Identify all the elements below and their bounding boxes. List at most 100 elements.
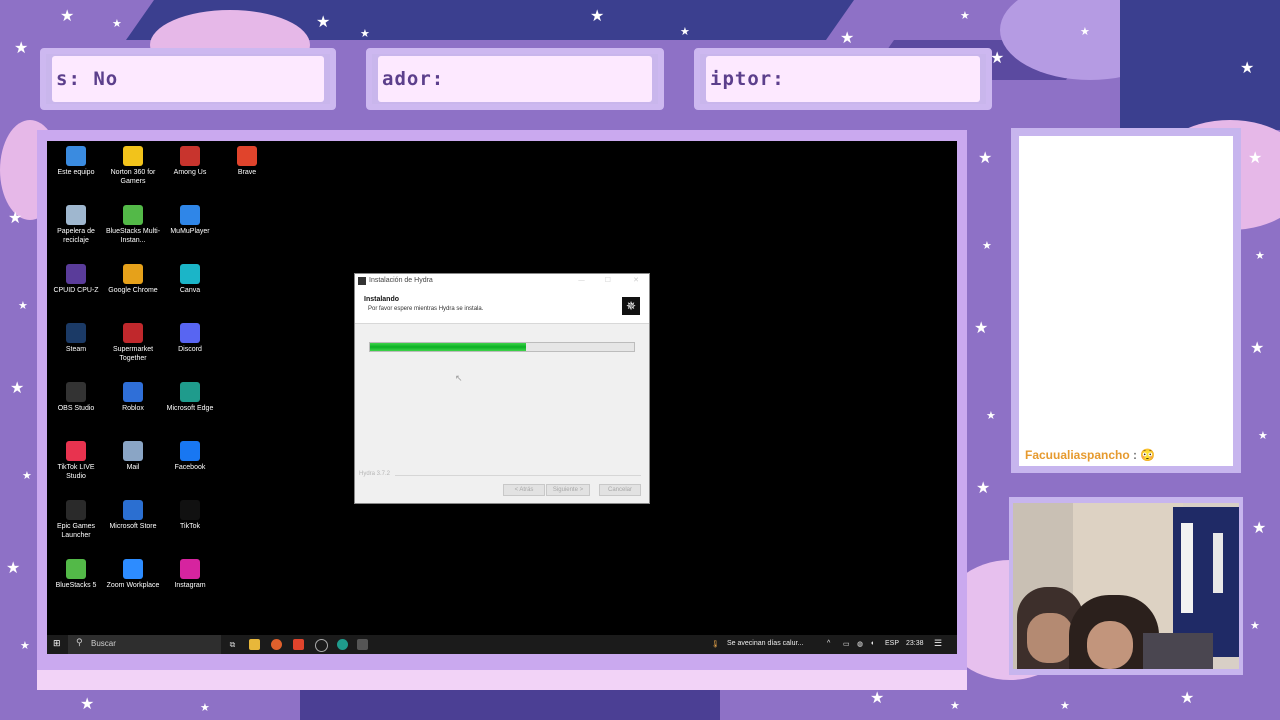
desktop-icon[interactable]: Supermarket Together [104,320,162,363]
mumu-icon [180,205,200,225]
star-decoration: ★ [986,409,996,422]
desktop-icon[interactable]: Brave [218,143,276,177]
chat-panel: Facuualiaspancho : 😳 [1011,128,1241,473]
desktop-icon-label: Discord [178,346,202,353]
star-decoration: ★ [8,208,23,227]
tray-volume-icon[interactable]: ◖ [870,640,874,647]
desktop-icon-label: Canva [179,287,201,294]
instagram-icon [180,559,200,579]
hydra-taskbar-icon[interactable] [357,639,368,650]
maximize-icon[interactable]: ☐ [605,276,611,284]
task-view-icon[interactable]: ⧉ [227,639,238,650]
brave-icon [237,146,257,166]
close-icon[interactable]: ✕ [633,276,639,284]
desktop-icon[interactable]: Facebook [161,438,219,472]
star-decoration: ★ [112,17,122,30]
store-icon [123,500,143,520]
language-indicator[interactable]: ESP [885,640,899,647]
desktop-icon[interactable]: Este equipo [47,143,105,177]
back-button[interactable]: < Atrás [503,484,545,496]
overlay-stripe [300,690,720,720]
star-decoration: ★ [1250,619,1260,632]
desktop-icon[interactable]: Canva [161,261,219,295]
star-decoration: ★ [1248,148,1263,167]
clock[interactable]: 23:38 [906,640,924,647]
minimize-icon[interactable]: — [578,276,585,284]
weather-icon[interactable]: 🌡 [711,640,720,648]
windows-start-icon[interactable]: ⊞ [53,640,62,649]
desktop-icon[interactable]: Epic Games Launcher [47,497,105,540]
desktop-icon[interactable]: MuMuPlayer [161,202,219,236]
star-decoration: ★ [1240,58,1255,77]
install-progress-fill [370,343,526,351]
supermarket-icon [123,323,143,343]
tray-chevron-icon[interactable]: ^ [827,640,830,647]
installer-titlebar[interactable]: Instalación de Hydra — ☐ ✕ [355,274,649,289]
chat-area [1019,136,1233,466]
firefox-icon[interactable] [271,639,282,650]
desktop-icon[interactable]: Mail [104,438,162,472]
installer-divider [395,475,641,476]
cancel-button[interactable]: Cancelar [599,484,641,496]
search-icon: ⚲ [76,638,83,648]
desktop-icon[interactable]: Steam [47,320,105,354]
desktop-icon[interactable]: CPUID CPU-Z [47,261,105,295]
star-decoration: ★ [360,27,370,40]
star-decoration: ★ [1250,338,1265,357]
screen-frame-bottom [37,670,967,690]
desktop-icon[interactable]: TikTok LIVE Studio [47,438,105,481]
desktop-icon[interactable]: Microsoft Store [104,497,162,531]
desktop-icon-label: MuMuPlayer [170,228,210,235]
desktop-icon-label: Este equipo [57,169,95,176]
star-decoration: ★ [1258,429,1268,442]
installer-subheading: Por favor espere mientras Hydra se insta… [368,306,484,312]
chat-separator: : [1133,448,1138,462]
tray-network-icon[interactable]: ▭ [843,640,850,648]
desktop-icon-label: Among Us [173,169,207,176]
file-explorer-icon[interactable] [249,639,260,650]
taskbar-search[interactable]: ⚲ Buscar [68,635,221,654]
desktop-icon-label: Zoom Workplace [106,582,160,589]
desktop-icon[interactable]: Papelera de reciclaje [47,202,105,245]
webcam-feed [1013,503,1239,669]
hydra-logo-icon: ✵ [622,297,640,315]
desktop-icon[interactable]: Zoom Workplace [104,556,162,590]
desktop-icon-label: Google Chrome [108,287,158,294]
star-decoration: ★ [316,12,331,31]
star-decoration: ★ [6,558,21,577]
installer-window[interactable]: Instalación de Hydra — ☐ ✕ Instalando Po… [354,273,650,504]
next-button[interactable]: Siguiente > [546,484,590,496]
tray-wifi-icon[interactable]: ◍ [857,640,863,648]
mouse-cursor-icon: ↖ [455,374,463,384]
mail-icon [123,441,143,461]
weather-text[interactable]: Se avecinan días calur... [727,640,803,647]
desktop-icon[interactable]: Instagram [161,556,219,590]
desktop-icon-label: Papelera de reciclaje [57,228,95,244]
desktop-icon-label: Brave [237,169,257,176]
desktop-icon[interactable]: Norton 360 for Gamers [104,143,162,186]
desktop-icon-label: Epic Games Launcher [56,523,96,539]
overlay-stripe [1120,0,1280,130]
recycle-bin-icon [66,205,86,225]
obs-taskbar-icon[interactable] [315,639,328,652]
brave-taskbar-icon[interactable] [293,639,304,650]
desktop-icon[interactable]: BlueStacks 5 [47,556,105,590]
star-decoration: ★ [10,378,25,397]
overlay-bar-left: s: No [40,48,336,110]
desktop-icon-label: BlueStacks 5 [55,582,97,589]
desktop-icon[interactable]: Among Us [161,143,219,177]
tiktok-live-icon [66,441,86,461]
star-decoration: ★ [840,28,855,47]
desktop-icon[interactable]: BlueStacks Multi-Instan... [104,202,162,245]
desktop-icon[interactable]: Discord [161,320,219,354]
desktop-icon[interactable]: Google Chrome [104,261,162,295]
desktop-icon[interactable]: Roblox [104,379,162,413]
desktop-icon-label: TikTok [180,523,200,530]
desktop-icon[interactable]: Microsoft Edge [161,379,219,413]
desktop-icon[interactable]: OBS Studio [47,379,105,413]
desktop-icon[interactable]: TikTok [161,497,219,531]
star-decoration: ★ [14,38,29,57]
notifications-icon[interactable]: ☰ [934,638,942,649]
star-decoration: ★ [1255,249,1265,262]
edge-taskbar-icon[interactable] [337,639,348,650]
